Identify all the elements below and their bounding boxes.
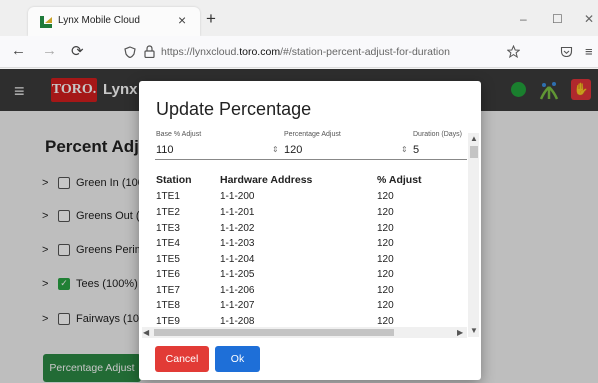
url-prefix: https://lynxcloud. xyxy=(161,46,240,58)
station-cell: 1TE8 xyxy=(156,300,180,311)
station-cell: 1TE6 xyxy=(156,269,180,280)
table-row[interactable]: 1TE2 1-1-201 120 xyxy=(156,207,466,222)
reload-icon[interactable]: ⟳ xyxy=(71,42,84,60)
adjust-cell: 120 xyxy=(377,269,394,280)
adjust-cell: 120 xyxy=(377,254,394,265)
url-domain: toro.com xyxy=(239,46,281,58)
browser-tabstrip: Lynx Mobile Cloud × + – ☐ ✕ xyxy=(0,0,598,36)
base-adjust-label: Base % Adjust xyxy=(156,131,202,138)
column-header-percent-adjust: % Adjust xyxy=(377,174,422,186)
scroll-up-icon[interactable]: ▲ xyxy=(470,134,478,143)
adjust-cell: 120 xyxy=(377,300,394,311)
scroll-left-icon[interactable]: ◀ xyxy=(143,328,149,337)
vertical-scrollbar[interactable]: ▲ ▼ xyxy=(468,133,479,337)
station-cell: 1TE3 xyxy=(156,223,180,234)
tab-title: Lynx Mobile Cloud xyxy=(58,15,140,26)
ok-button[interactable]: Ok xyxy=(215,346,260,372)
tab-close-icon[interactable]: × xyxy=(178,12,186,28)
address-cell: 1-1-208 xyxy=(220,316,255,327)
field-underline xyxy=(155,159,467,160)
table-row[interactable]: 1TE8 1-1-207 120 xyxy=(156,300,466,315)
address-cell: 1-1-204 xyxy=(220,254,255,265)
horizontal-scrollbar[interactable]: ◀ ▶ xyxy=(142,327,467,338)
address-cell: 1-1-202 xyxy=(220,223,255,234)
table-row[interactable]: 1TE7 1-1-206 120 xyxy=(156,285,466,300)
vertical-scroll-thumb[interactable] xyxy=(470,146,478,158)
duration-stepper-icon[interactable]: ⇕ xyxy=(401,145,408,154)
browser-tab[interactable]: Lynx Mobile Cloud × xyxy=(28,7,200,36)
column-header-hardware-address: Hardware Address xyxy=(220,174,313,186)
adjust-cell: 120 xyxy=(377,223,394,234)
table-row[interactable]: 1TE4 1-1-203 120 xyxy=(156,238,466,253)
table-row[interactable]: 1TE5 1-1-204 120 xyxy=(156,254,466,269)
station-cell: 1TE1 xyxy=(156,191,180,202)
adjust-cell: 120 xyxy=(377,285,394,296)
horizontal-scroll-thumb[interactable] xyxy=(154,329,394,336)
adjust-cell: 120 xyxy=(377,191,394,202)
maximize-button[interactable]: ☐ xyxy=(552,12,563,26)
back-icon[interactable]: ← xyxy=(11,42,26,59)
update-percentage-dialog: Update Percentage Base % Adjust 110 Perc… xyxy=(139,81,481,380)
lock-icon[interactable] xyxy=(144,45,155,58)
table-row[interactable]: 1TE3 1-1-202 120 xyxy=(156,223,466,238)
base-adjust-field[interactable]: 110 xyxy=(156,144,174,156)
station-cell: 1TE4 xyxy=(156,238,180,249)
station-cell: 1TE2 xyxy=(156,207,180,218)
address-cell: 1-1-201 xyxy=(220,207,255,218)
percentage-adjust-field[interactable]: 120 xyxy=(284,144,302,156)
station-cell: 1TE5 xyxy=(156,254,180,265)
table-row[interactable]: 1TE6 1-1-205 120 xyxy=(156,269,466,284)
address-cell: 1-1-207 xyxy=(220,300,255,311)
forward-icon[interactable]: → xyxy=(42,42,57,59)
column-header-station: Station xyxy=(156,174,192,186)
lynx-favicon-icon xyxy=(40,16,52,28)
address-bar[interactable]: https://lynxcloud.toro.com/#/station-per… xyxy=(161,46,450,58)
scroll-down-icon[interactable]: ▼ xyxy=(470,326,478,335)
bookmark-star-icon[interactable] xyxy=(507,45,520,58)
adjust-cell: 120 xyxy=(377,316,394,327)
minimize-button[interactable]: – xyxy=(520,12,527,26)
cancel-button[interactable]: Cancel xyxy=(155,346,209,372)
browser-navbar: ← → ⟳ https://lynxcloud.toro.com/#/stati… xyxy=(0,36,598,68)
pocket-icon[interactable] xyxy=(560,46,573,58)
station-cell: 1TE9 xyxy=(156,316,180,327)
adjust-cell: 120 xyxy=(377,238,394,249)
table-row[interactable]: 1TE1 1-1-200 120 xyxy=(156,191,466,206)
shield-icon[interactable] xyxy=(124,46,136,58)
menu-icon[interactable]: ≡ xyxy=(585,44,593,59)
url-path: /#/station-percent-adjust-for-duration xyxy=(280,46,450,58)
duration-field[interactable]: 5 xyxy=(413,144,419,156)
address-cell: 1-1-205 xyxy=(220,269,255,280)
address-cell: 1-1-206 xyxy=(220,285,255,296)
adjust-cell: 120 xyxy=(377,207,394,218)
station-cell: 1TE7 xyxy=(156,285,180,296)
close-window-button[interactable]: ✕ xyxy=(584,12,594,26)
dialog-title: Update Percentage xyxy=(156,99,312,119)
address-cell: 1-1-203 xyxy=(220,238,255,249)
duration-label: Duration (Days) xyxy=(413,131,463,138)
new-tab-button[interactable]: + xyxy=(206,9,216,29)
percentage-stepper-icon[interactable]: ⇕ xyxy=(272,145,279,154)
scroll-right-icon[interactable]: ▶ xyxy=(457,328,463,337)
address-cell: 1-1-200 xyxy=(220,191,255,202)
percentage-adjust-label: Percentage Adjust xyxy=(284,131,341,138)
